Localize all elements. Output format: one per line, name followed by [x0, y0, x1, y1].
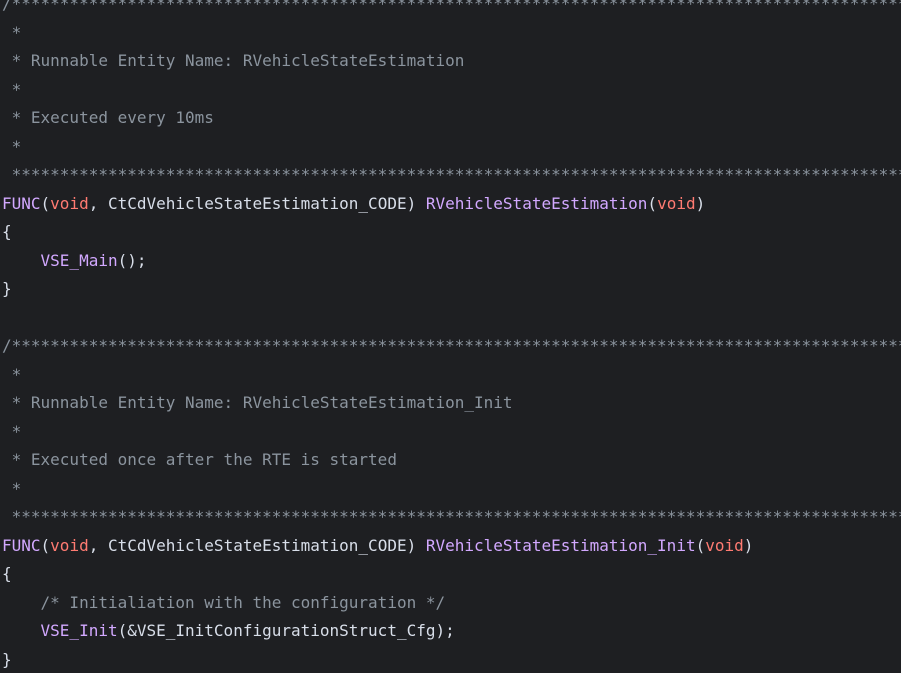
comment-line: *: [2, 478, 22, 498]
function-signature: FUNC(void, CtCdVehicleStateEstimation_CO…: [2, 532, 901, 561]
brace-open: {: [2, 564, 12, 583]
code-editor[interactable]: /***************************************…: [0, 0, 901, 673]
punct: ): [406, 193, 426, 213]
inline-comment-line: /* Initialiation with the configuration …: [2, 589, 901, 618]
comment-runnable-name: * Runnable Entity Name: RVehicleStateEst…: [2, 393, 513, 412]
comment-executed: * Executed once after the RTE is started: [2, 450, 397, 469]
void-keyword: void: [657, 193, 696, 213]
comment-banner-close: ****************************************…: [11, 165, 901, 184]
code-class-identifier: CtCdVehicleStateEstimation_CODE: [107, 193, 407, 213]
comment-line: *: [2, 364, 22, 384]
inline-comment: /* Initialiation with the configuration …: [40, 592, 446, 612]
brace-open: {: [2, 222, 12, 241]
code-class-identifier: CtCdVehicleStateEstimation_CODE: [107, 535, 407, 555]
punct: ): [406, 535, 426, 555]
comment-line: *: [2, 421, 22, 441]
punct: ): [695, 193, 706, 213]
call-args: ();: [117, 250, 147, 270]
comment-line: *: [2, 79, 22, 99]
function-call-line: VSE_Main();: [2, 247, 901, 276]
punct: (: [647, 193, 658, 213]
brace-close: }: [2, 649, 12, 669]
void-keyword: void: [50, 193, 89, 213]
function-signature: FUNC(void, CtCdVehicleStateEstimation_CO…: [2, 190, 901, 219]
punct: (: [40, 535, 51, 555]
comment-line: *: [2, 136, 22, 156]
comment-banner-open: /***************************************…: [2, 336, 901, 355]
comment-line: *: [2, 22, 22, 42]
function-call-name: VSE_Main: [40, 250, 118, 270]
function-name: RVehicleStateEstimation_Init: [425, 535, 696, 555]
punct: ,: [88, 193, 108, 213]
comment-executed: * Executed every 10ms: [2, 108, 214, 127]
func-macro: FUNC: [2, 535, 41, 555]
comment-banner-close: ****************************************…: [11, 507, 901, 526]
call-args: (&VSE_InitConfigurationStruct_Cfg);: [117, 621, 455, 640]
punct: ): [743, 535, 754, 555]
comment-banner-open: /***************************************…: [2, 0, 901, 13]
brace-close: }: [2, 279, 12, 298]
void-keyword: void: [50, 535, 89, 555]
void-keyword: void: [705, 535, 744, 555]
function-call-name: VSE_Init: [40, 621, 118, 640]
punct: (: [40, 193, 51, 213]
function-call-line: VSE_Init(&VSE_InitConfigurationStruct_Cf…: [2, 617, 901, 646]
punct: ,: [88, 535, 108, 555]
punct: (: [695, 535, 706, 555]
func-macro: FUNC: [2, 193, 41, 213]
comment-runnable-name: * Runnable Entity Name: RVehicleStateEst…: [2, 51, 465, 70]
code-content: /***************************************…: [2, 0, 901, 673]
function-name: RVehicleStateEstimation: [425, 193, 648, 213]
